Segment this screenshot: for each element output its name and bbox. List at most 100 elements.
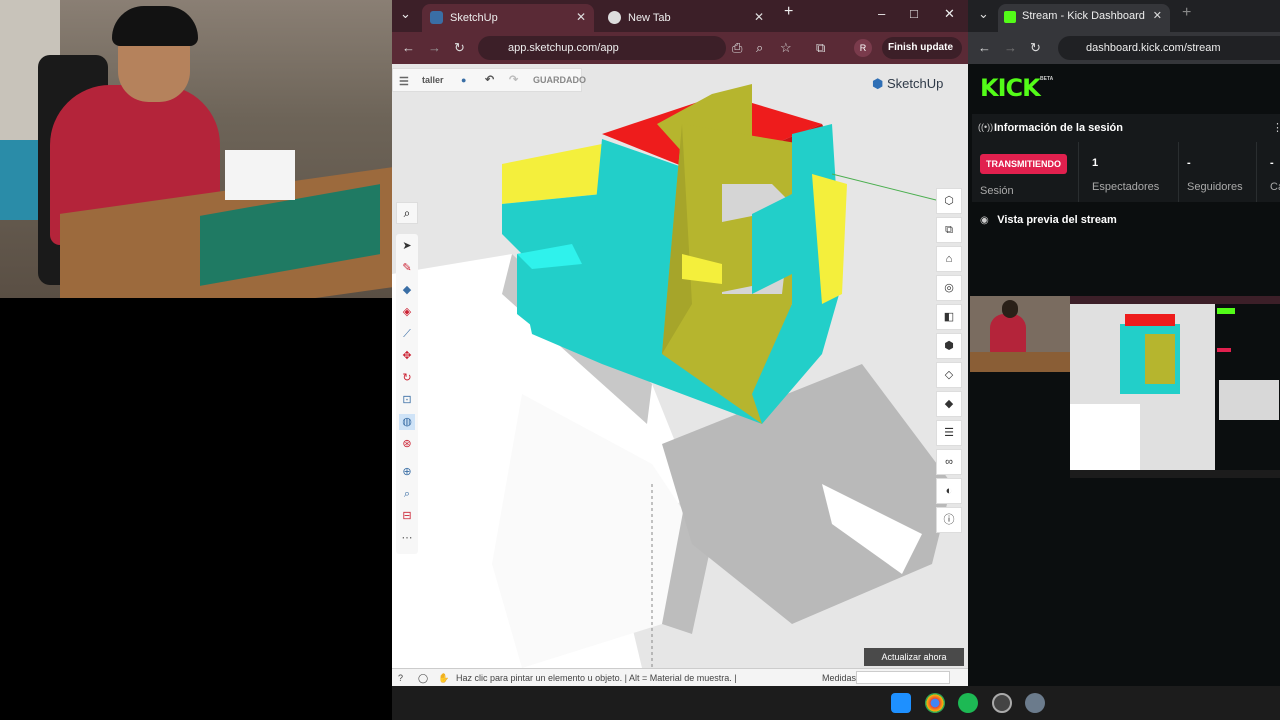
share-user-icon[interactable]: ●: [461, 75, 466, 85]
live-badge: TRANSMITIENDO: [980, 154, 1067, 174]
profile-avatar[interactable]: R: [854, 39, 872, 57]
close-tab-icon[interactable]: ✕: [1153, 4, 1162, 28]
zoom-icon[interactable]: ⌕: [756, 40, 763, 56]
back-icon[interactable]: ←: [978, 40, 991, 55]
beta-badge: BETA: [1040, 76, 1054, 82]
tape-measure-icon[interactable]: ⊛: [399, 436, 415, 452]
tab-label: SketchUp: [450, 12, 498, 24]
back-icon[interactable]: ←: [402, 40, 415, 55]
select-icon[interactable]: ➤: [399, 238, 415, 254]
extensions-icon[interactable]: ⧉: [816, 40, 825, 56]
soften-edges-icon[interactable]: ◇: [936, 362, 962, 388]
forward-icon[interactable]: →: [428, 40, 441, 55]
chrome-icon[interactable]: [925, 693, 945, 713]
tab-strip: ⌄ SketchUp ✕ New Tab ✕ + – □ ✕: [392, 0, 968, 32]
orbit-icon[interactable]: ⊕: [399, 464, 415, 480]
paint-bucket-icon[interactable]: ◍: [399, 414, 415, 430]
undo-icon[interactable]: ↶: [485, 73, 494, 86]
pencil-icon[interactable]: ✎: [399, 260, 415, 276]
globe-icon[interactable]: ◯: [418, 673, 428, 684]
zoom-icon[interactable]: ⌕: [399, 486, 415, 502]
windows-start-icon[interactable]: [891, 693, 911, 713]
pushpull-icon[interactable]: ◈: [399, 304, 415, 320]
close-tab-icon[interactable]: ✕: [576, 10, 586, 24]
entity-info-icon[interactable]: ⬡: [936, 188, 962, 214]
session-info-header: ((•)) Información de la sesión ⋮: [972, 114, 1280, 142]
divider: [1256, 142, 1257, 202]
install-app-icon[interactable]: ⎙: [732, 40, 742, 56]
url-field[interactable]: dashboard.kick.com/stream: [1058, 36, 1280, 60]
styles-icon[interactable]: ◎: [936, 275, 962, 301]
url-field[interactable]: app.sketchup.com/app: [478, 36, 726, 60]
viewers-label: Espectadores: [1092, 181, 1160, 193]
kick-address-row: ← → ↻ dashboard.kick.com/stream: [968, 32, 1280, 64]
tab-search-icon[interactable]: ⌄: [978, 6, 989, 22]
section-plane-icon[interactable]: ⊟: [399, 508, 415, 524]
tags-icon[interactable]: ☰: [936, 420, 962, 446]
status-text: Haz clic para pintar un elemento u objet…: [456, 673, 737, 683]
project-name[interactable]: taller: [422, 75, 444, 85]
followers-label: Seguidores: [1187, 181, 1243, 193]
update-now-button[interactable]: Actualizar ahora: [864, 648, 964, 666]
close-window-button[interactable]: ✕: [944, 6, 955, 22]
kick-logo[interactable]: KICK: [980, 74, 1041, 102]
views-icon[interactable]: ◧: [936, 304, 962, 330]
kick-browser-window: ⌄ Stream - Kick Dashboard ✕ + ← → ↻ dash…: [968, 0, 1280, 686]
reload-icon[interactable]: ↻: [1030, 40, 1041, 56]
settings-gear-icon[interactable]: [1025, 693, 1045, 713]
broadcast-icon: ((•)): [978, 122, 994, 132]
sketchup-logo-text: SketchUp: [886, 76, 944, 91]
more-tools-icon[interactable]: ⋯: [399, 530, 415, 546]
measures-input[interactable]: [856, 671, 950, 684]
scenes-icon[interactable]: ⌂: [936, 246, 962, 272]
url-text: dashboard.kick.com/stream: [1086, 42, 1221, 54]
reload-icon[interactable]: ↻: [454, 40, 465, 56]
scale-icon[interactable]: ⊡: [399, 392, 415, 408]
bookmark-star-icon[interactable]: ☆: [780, 40, 792, 56]
address-bar-row: ← → ↻ app.sketchup.com/app ⎙ ⌕ ☆ ⧉ R Fin…: [392, 32, 968, 64]
tab-new-tab[interactable]: New Tab ✕: [600, 4, 772, 32]
green-axis: [831, 173, 953, 205]
measures-label: Medidas: [822, 673, 857, 683]
more-options-icon[interactable]: ⋮: [1272, 121, 1280, 134]
forward-icon[interactable]: →: [1004, 40, 1017, 55]
sketchup-viewport[interactable]: ☰ taller ● ↶ ↷ GUARDADO ⬢ SketchUp ⌕ ➤ ✎…: [392, 64, 968, 668]
thumb-desk: [970, 352, 1070, 372]
move-icon[interactable]: ✥: [399, 348, 415, 364]
followers-value: -: [1187, 157, 1191, 169]
minimize-button[interactable]: –: [878, 6, 885, 21]
display-icon[interactable]: ∞: [936, 449, 962, 475]
eraser-icon[interactable]: ◆: [399, 282, 415, 298]
components-icon[interactable]: ⧉: [936, 217, 962, 243]
line-icon[interactable]: ⟋: [399, 326, 415, 342]
webcam-feed: [0, 0, 392, 298]
hand-icon[interactable]: ✋: [438, 673, 449, 684]
finish-update-button[interactable]: Finish update: [882, 37, 962, 59]
viewers-value: 1: [1092, 157, 1099, 169]
maximize-button[interactable]: □: [910, 6, 918, 21]
session-label: Sesión: [980, 185, 1014, 197]
new-tab-button[interactable]: +: [784, 3, 793, 21]
spotify-icon[interactable]: [958, 693, 978, 713]
search-tool-icon[interactable]: ⌕: [396, 202, 418, 224]
obs-icon[interactable]: [992, 693, 1012, 713]
tab-search-icon[interactable]: ⌄: [400, 6, 411, 22]
close-tab-icon[interactable]: ✕: [754, 10, 764, 24]
help-icon[interactable]: ?: [398, 673, 403, 683]
tab-label: New Tab: [628, 12, 671, 24]
right-toolbar: ⬡ ⧉ ⌂ ◎ ◧ ⬢ ◇ ◆ ☰ ∞ ◐ ⓘ: [936, 188, 962, 540]
hamburger-menu-icon[interactable]: ☰: [399, 75, 409, 88]
info-icon[interactable]: ⓘ: [936, 507, 962, 533]
new-tab-button[interactable]: +: [1182, 4, 1191, 22]
thumb-white-blocks: [1070, 404, 1140, 470]
sketchup-logo: ⬢ SketchUp: [872, 76, 943, 92]
materials-icon[interactable]: ◆: [936, 391, 962, 417]
tab-sketchup[interactable]: SketchUp ✕: [422, 4, 594, 32]
shadows-icon[interactable]: ◐: [936, 478, 962, 504]
windows-taskbar: [392, 686, 1280, 720]
tab-kick-dashboard[interactable]: Stream - Kick Dashboard ✕: [998, 4, 1170, 32]
rotate-icon[interactable]: ↻: [399, 370, 415, 386]
redo-icon[interactable]: ↷: [509, 73, 518, 86]
outliner-icon[interactable]: ⬢: [936, 333, 962, 359]
thumb-kick-logo: [1217, 308, 1235, 314]
